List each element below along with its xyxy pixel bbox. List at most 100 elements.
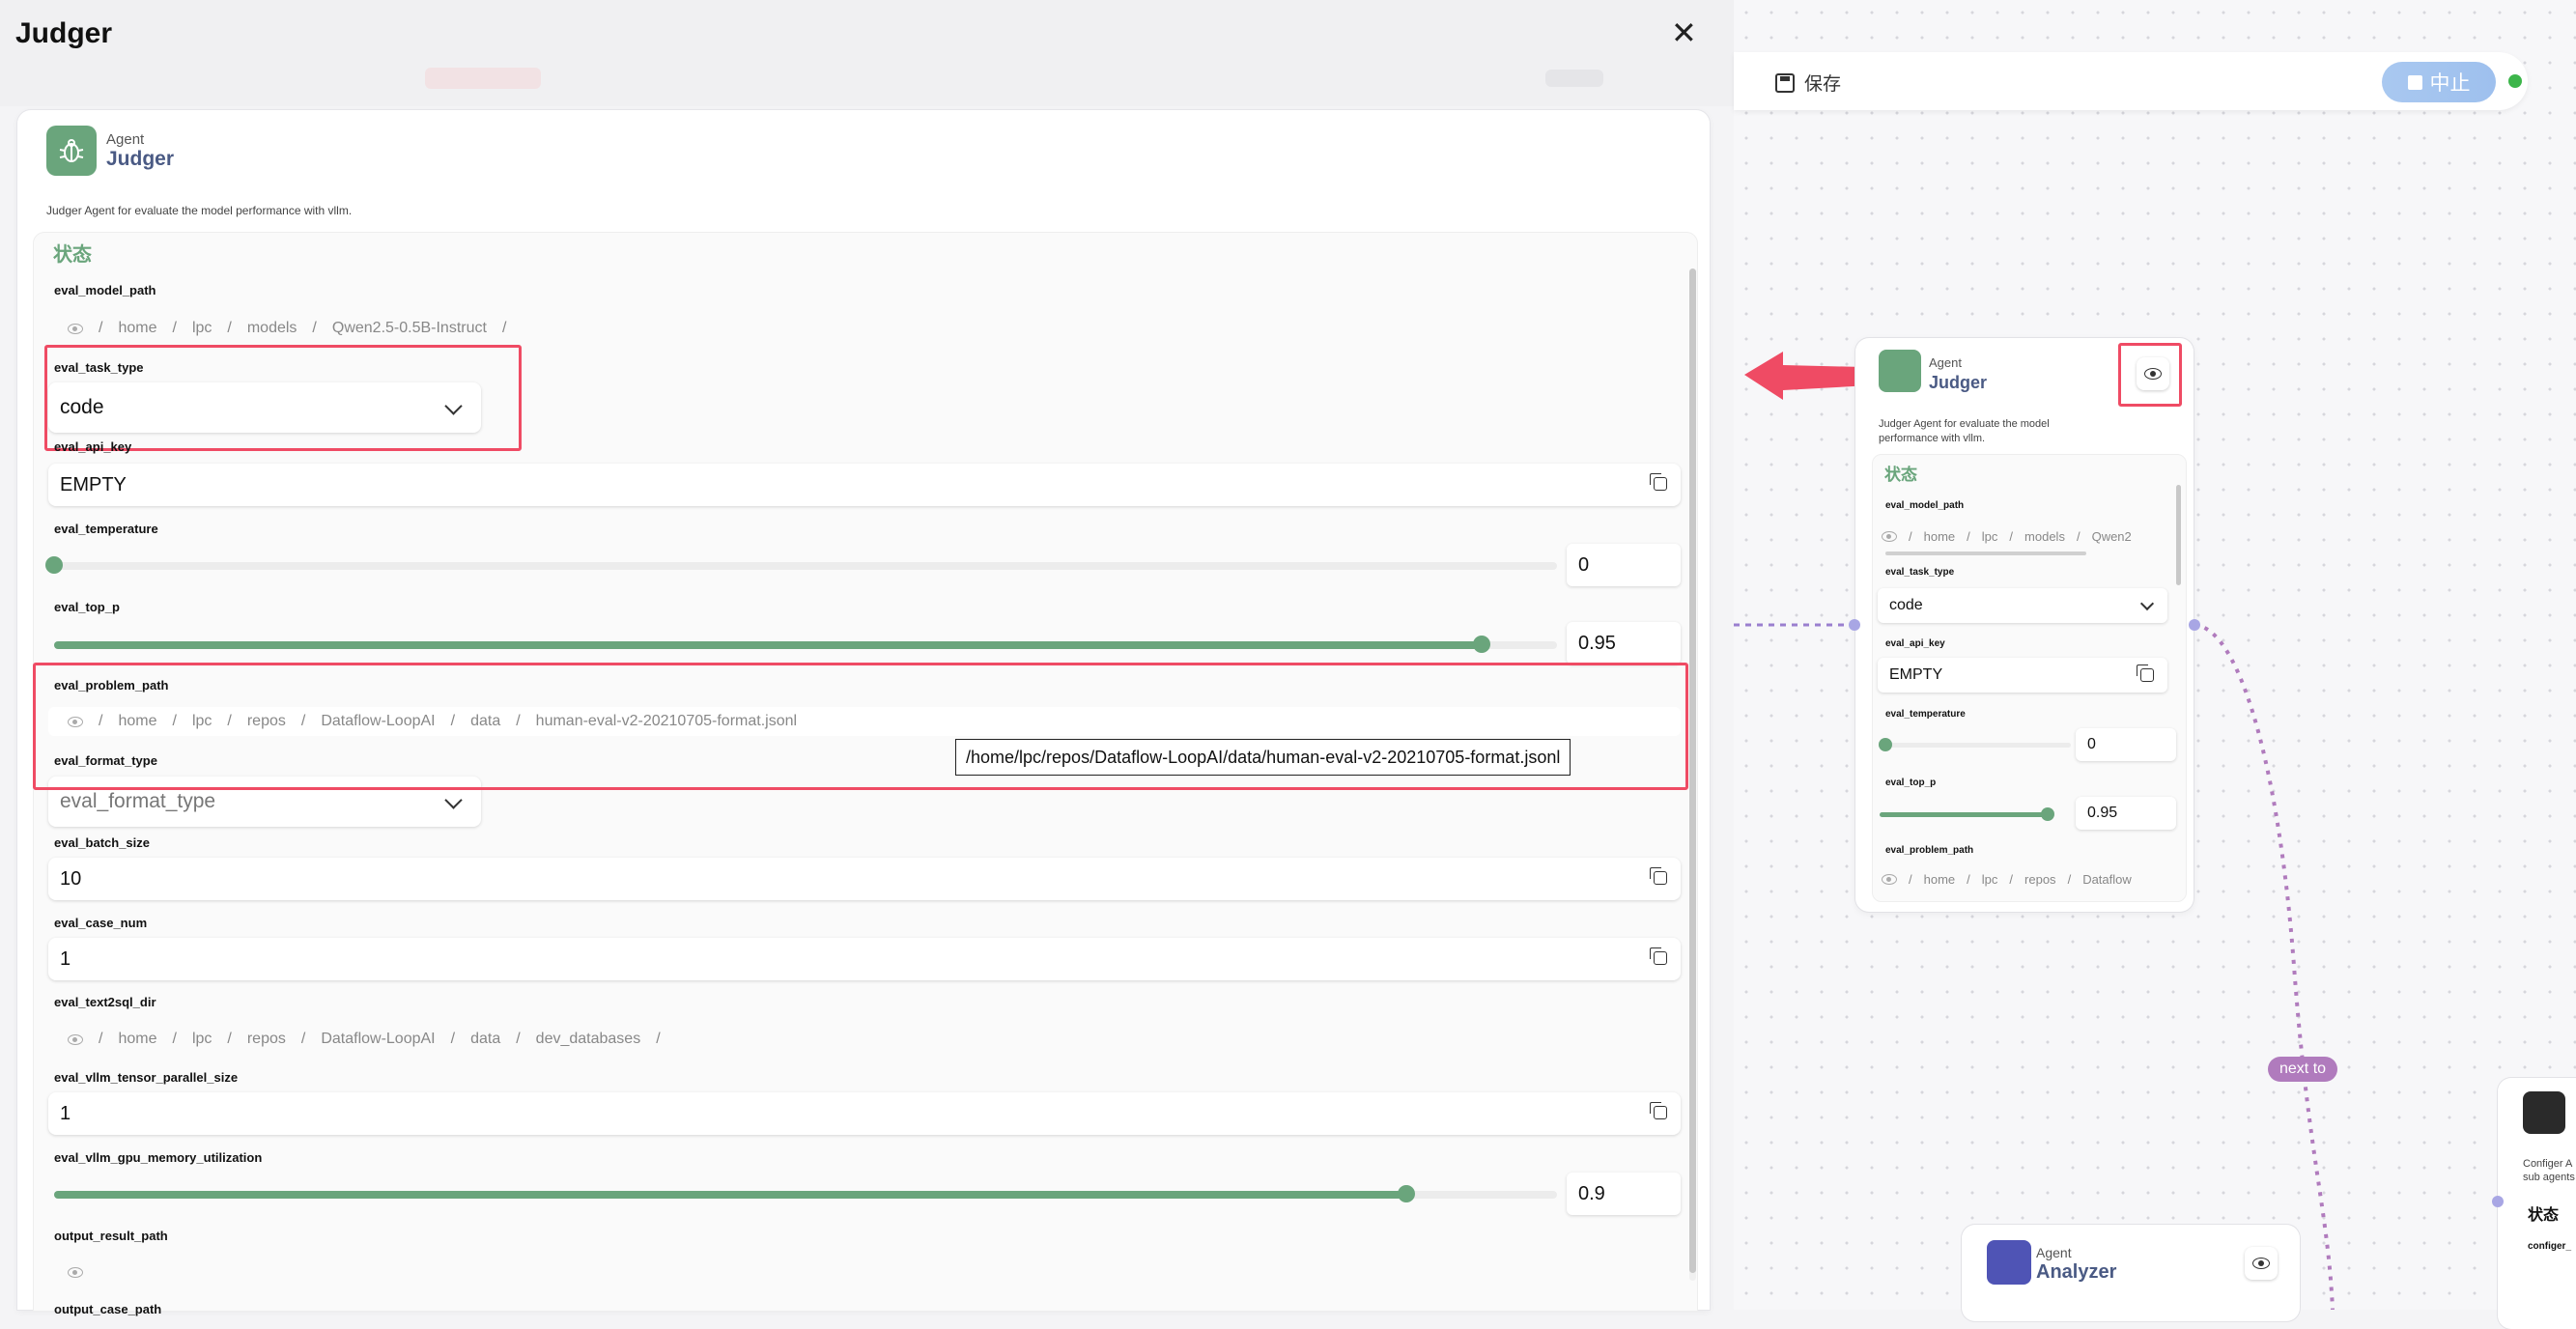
path-separator: / <box>300 1031 306 1047</box>
save-label: 保存 <box>1804 74 1842 95</box>
eye-icon[interactable] <box>68 1033 83 1045</box>
node-model-path: / home / lpc / models / Qwen2 <box>1882 524 2171 548</box>
path-segment[interactable]: Dataflow-LoopAI <box>321 1031 435 1048</box>
path-separator: / <box>227 1031 232 1047</box>
stop-button[interactable]: 中止 <box>2382 62 2496 102</box>
path-segment: lpc <box>1981 871 1998 887</box>
background-app-area <box>0 0 1734 106</box>
configer-state-title: 状态 <box>2528 1207 2560 1224</box>
node-state-title: 状态 <box>1884 466 1917 484</box>
node-temperature-input[interactable]: 0 <box>2076 728 2176 761</box>
path-separator: / <box>312 320 317 336</box>
path-segment[interactable]: data <box>470 1031 500 1048</box>
path-separator: / <box>99 1031 103 1047</box>
agent-name: Judger <box>106 147 175 170</box>
node-description: Judger Agent for evaluate the model perf… <box>1879 417 2050 446</box>
output-result-path-breadcrumb[interactable] <box>68 1258 83 1287</box>
node-output-handle[interactable] <box>2189 619 2200 631</box>
analyzer-view-button[interactable] <box>2245 1247 2278 1280</box>
eval-temperature-slider[interactable] <box>45 556 1557 574</box>
eval-top-p-slider[interactable] <box>54 636 1557 653</box>
label-eval-text2sql-dir: eval_text2sql_dir <box>54 995 156 1009</box>
label-eval-top-p: eval_top_p <box>54 600 120 614</box>
copy-icon[interactable] <box>2137 664 2154 682</box>
eval-model-path-breadcrumb[interactable]: / home / lpc / models / Qwen2.5-0.5B-Instru… <box>68 314 506 343</box>
eye-icon[interactable] <box>68 323 83 334</box>
path-segment: home <box>1923 871 1956 887</box>
eval-vllm-gpu-memory-utilization-input[interactable]: 0.9 <box>1567 1173 1681 1215</box>
slider-fill <box>54 641 1483 649</box>
eval-temperature-input[interactable]: 0 <box>1567 544 1681 586</box>
analyzer-badge <box>1987 1240 2031 1285</box>
eval-vllm-tensor-parallel-size-field[interactable]: 1 <box>48 1092 1681 1135</box>
eval-temperature-value: 0 <box>1578 553 1590 576</box>
highlight-problem-path <box>33 663 1688 790</box>
eval-format-type-placeholder: eval_format_type <box>60 790 216 812</box>
path-segment[interactable]: Qwen2.5-0.5B-Instruct <box>332 320 487 337</box>
eval-text2sql-dir-breadcrumb[interactable]: / home / lpc / repos / Dataflow-LoopAI / dat… <box>68 1025 661 1054</box>
node-description-line1: Judger Agent for evaluate the model <box>1879 418 2050 430</box>
eye-icon <box>1882 873 1897 885</box>
path-segment: Dataflow <box>2082 871 2132 887</box>
node-top-p-input[interactable]: 0.95 <box>2076 797 2176 830</box>
eval-batch-size-field[interactable]: 10 <box>48 858 1681 900</box>
node-scrollbar[interactable] <box>2176 485 2181 585</box>
path-segment[interactable]: models <box>247 320 297 337</box>
eval-vllm-gpu-memory-utilization-value: 0.9 <box>1578 1182 1605 1204</box>
configer-input-handle[interactable] <box>2492 1196 2504 1207</box>
eval-batch-size-value: 10 <box>60 867 82 890</box>
status-indicator <box>2508 74 2522 88</box>
label-eval-model-path: eval_model_path <box>54 283 156 297</box>
label-eval-vllm-tensor-parallel-size: eval_vllm_tensor_parallel_size <box>54 1070 239 1085</box>
node-top-p-slider[interactable] <box>1880 807 2054 821</box>
copy-icon[interactable] <box>1650 867 1667 885</box>
label-eval-case-num: eval_case_num <box>54 916 148 930</box>
slider-knob[interactable] <box>2041 807 2054 821</box>
edge-label: next to <box>2268 1057 2338 1082</box>
eval-vllm-gpu-memory-utilization-slider[interactable] <box>54 1185 1557 1202</box>
node-path-scrollbar[interactable] <box>1885 551 2086 555</box>
path-segment[interactable]: lpc <box>192 1031 212 1048</box>
eval-case-num-field[interactable]: 1 <box>48 938 1681 980</box>
node-temperature-slider[interactable] <box>1879 738 2071 751</box>
scrollbar-thumb[interactable] <box>1689 269 1696 1273</box>
path-segment[interactable]: home <box>118 320 156 337</box>
configer-field-label: configer_ <box>2528 1241 2572 1252</box>
path-segment[interactable]: dev_databases <box>536 1031 641 1048</box>
save-button[interactable]: 保存 <box>1775 70 1841 96</box>
node-label-eval-top-p: eval_top_p <box>1885 778 1937 788</box>
node-task-type-select[interactable]: code <box>1878 588 2167 623</box>
eval-api-key-value: EMPTY <box>60 473 127 495</box>
copy-icon[interactable] <box>1650 473 1667 491</box>
slider-knob[interactable] <box>45 556 63 574</box>
node-agent-name: Judger <box>1929 373 1988 392</box>
path-separator: / <box>501 320 507 336</box>
chevron-down-icon <box>444 791 463 809</box>
close-icon[interactable]: ✕ <box>1671 17 1697 48</box>
eval-api-key-field[interactable]: EMPTY <box>48 464 1681 506</box>
node-api-key-field[interactable]: EMPTY <box>1878 658 2167 693</box>
node-label-eval-problem-path: eval_problem_path <box>1885 845 1974 856</box>
copy-icon[interactable] <box>1650 1102 1667 1119</box>
path-separator: / <box>450 1031 456 1047</box>
copy-icon[interactable] <box>1650 947 1667 965</box>
slider-fill <box>54 1191 1407 1199</box>
node-label-eval-model-path: eval_model_path <box>1885 500 1965 511</box>
eval-top-p-input[interactable]: 0.95 <box>1567 622 1681 664</box>
node-top-p-value: 0.95 <box>2087 805 2118 821</box>
slider-knob[interactable] <box>1879 738 1892 751</box>
eye-icon[interactable] <box>68 1266 83 1278</box>
path-segment: home <box>1923 528 1956 544</box>
path-separator: / <box>227 320 232 336</box>
path-separator: / <box>99 320 103 336</box>
configer-description: Configer A sub agents <box>2523 1157 2575 1184</box>
node-input-handle[interactable] <box>1849 619 1860 631</box>
analyzer-name: Analyzer <box>2036 1261 2117 1283</box>
label-eval-batch-size: eval_batch_size <box>54 835 151 850</box>
agent-description: Judger Agent for evaluate the model perf… <box>46 204 353 217</box>
path-segment[interactable]: home <box>118 1031 156 1048</box>
path-segment[interactable]: repos <box>247 1031 286 1048</box>
eval-vllm-tensor-parallel-size-value: 1 <box>60 1102 71 1124</box>
path-segment: repos <box>2024 871 2056 887</box>
path-segment[interactable]: lpc <box>192 320 212 337</box>
